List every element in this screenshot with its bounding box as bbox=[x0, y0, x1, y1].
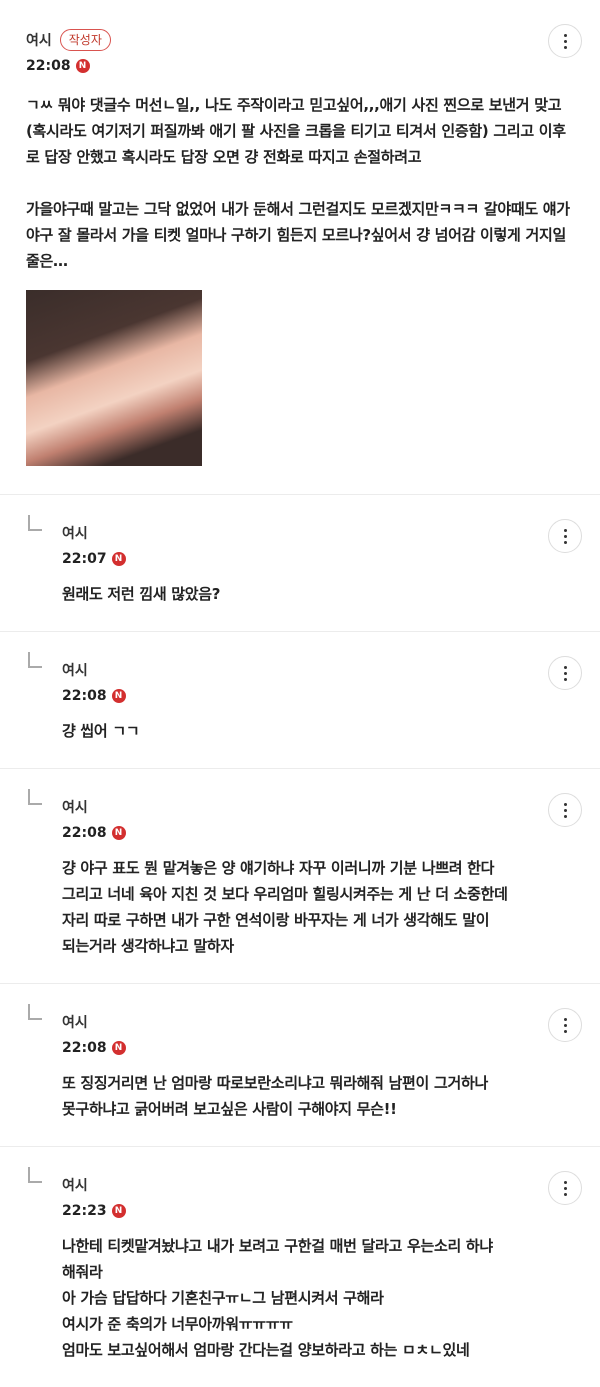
comment-body: 또 징징거리면 난 엄마랑 따로보란소리냐고 뭐라해줘 남편이 그거하나 못구하… bbox=[62, 1074, 488, 1118]
new-badge-icon: N bbox=[75, 59, 90, 73]
more-vertical-icon bbox=[563, 665, 567, 681]
comment-item: 여시 22:07 N 원래도 저런 낌새 많았음? bbox=[0, 495, 600, 632]
post-more-button[interactable] bbox=[548, 24, 582, 58]
comment-body: 걍 씹어 ㄱㄱ bbox=[62, 722, 140, 740]
page: 여시 작성자 22:08 N ㄱㅆ 뭐야 댓글수 머선ㄴ일,, 나도 주작이라고… bbox=[0, 0, 600, 1359]
comment-body: 걍 야구 표도 뭔 맡겨놓은 양 얘기하냐 자꾸 이러니까 기분 나쁘려 한다 … bbox=[62, 859, 508, 955]
comment-more-button[interactable] bbox=[548, 1008, 582, 1042]
new-badge-icon: N bbox=[111, 1204, 126, 1218]
new-badge-icon: N bbox=[111, 1041, 126, 1055]
comment-author[interactable]: 여시 bbox=[62, 523, 88, 543]
post-attached-photo[interactable] bbox=[26, 290, 202, 466]
new-badge-icon: N bbox=[111, 826, 126, 840]
comment-author[interactable]: 여시 bbox=[62, 1175, 88, 1195]
comment-more-button[interactable] bbox=[548, 656, 582, 690]
comment-item: 여시 22:23 N 나한테 티켓맡겨놨냐고 내가 보려고 구한걸 매번 달라고… bbox=[0, 1147, 600, 1387]
post-author[interactable]: 여시 bbox=[26, 30, 52, 50]
more-vertical-icon bbox=[563, 1017, 567, 1033]
post-time-row: 22:08 N bbox=[26, 58, 574, 74]
comment-time: 22:07 bbox=[62, 551, 107, 567]
comment-time: 22:23 bbox=[62, 1203, 107, 1219]
more-vertical-icon bbox=[563, 802, 567, 818]
reply-arrow-icon bbox=[28, 515, 42, 531]
comment-time: 22:08 bbox=[62, 1040, 107, 1056]
post-time: 22:08 bbox=[26, 58, 71, 74]
comment-more-button[interactable] bbox=[548, 1171, 582, 1205]
comment-item: 여시 22:08 N 걍 야구 표도 뭔 맡겨놓은 양 얘기하냐 자꾸 이러니까… bbox=[0, 769, 600, 984]
comment-body: 원래도 저런 낌새 많았음? bbox=[62, 585, 221, 603]
comment-more-button[interactable] bbox=[548, 793, 582, 827]
new-badge-icon: N bbox=[111, 689, 126, 703]
new-badge-icon: N bbox=[111, 552, 126, 566]
reply-arrow-icon bbox=[28, 1167, 42, 1183]
reply-arrow-icon bbox=[28, 789, 42, 805]
post-body: ㄱㅆ 뭐야 댓글수 머선ㄴ일,, 나도 주작이라고 믿고싶어,,,애기 사진 찐… bbox=[26, 96, 570, 270]
comment-author[interactable]: 여시 bbox=[62, 797, 88, 817]
comment-more-button[interactable] bbox=[548, 519, 582, 553]
comment-body: 나한테 티켓맡겨놨냐고 내가 보려고 구한걸 매번 달라고 우는소리 하냐 해줘… bbox=[62, 1237, 493, 1359]
original-post: 여시 작성자 22:08 N ㄱㅆ 뭐야 댓글수 머선ㄴ일,, 나도 주작이라고… bbox=[0, 0, 600, 495]
comment-author[interactable]: 여시 bbox=[62, 660, 88, 680]
comment-item: 여시 22:08 N 걍 씹어 ㄱㄱ bbox=[0, 632, 600, 769]
reply-arrow-icon bbox=[28, 652, 42, 668]
post-author-row: 여시 작성자 bbox=[26, 28, 574, 52]
comment-time: 22:08 bbox=[62, 825, 107, 841]
comment-item: 여시 22:08 N 또 징징거리면 난 엄마랑 따로보란소리냐고 뭐라해줘 남… bbox=[0, 984, 600, 1147]
author-badge: 작성자 bbox=[59, 29, 111, 51]
comment-author[interactable]: 여시 bbox=[62, 1012, 88, 1032]
more-vertical-icon bbox=[563, 1180, 567, 1196]
more-vertical-icon bbox=[563, 528, 567, 544]
more-vertical-icon bbox=[563, 33, 567, 49]
reply-arrow-icon bbox=[28, 1004, 42, 1020]
comment-time: 22:08 bbox=[62, 688, 107, 704]
